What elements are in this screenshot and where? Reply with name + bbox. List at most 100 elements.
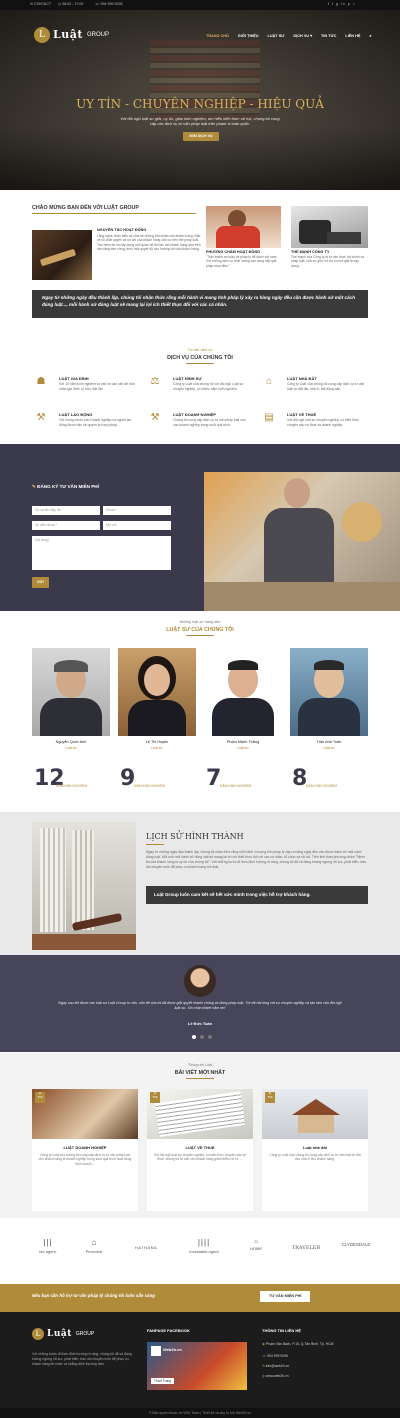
mission-text: "Trân thành an toàn và pháp lý để dành v…	[206, 255, 278, 268]
service-title-realestate[interactable]: LUẬT NHÀ ĐẤT	[287, 376, 317, 381]
hero-subtitle: Với đội ngũ luật sư giỏi, uy tín, giàu k…	[120, 116, 280, 127]
family-icon: ☗	[36, 376, 46, 387]
slider-dot[interactable]	[208, 1035, 212, 1039]
globe-icon: ◍	[262, 1374, 265, 1378]
news-title-link[interactable]: LUẬT DOANH NGHIỆP	[32, 1145, 138, 1150]
lawyer-role: Luật sư	[237, 746, 249, 750]
gavel-photo	[32, 230, 92, 280]
hero-title: UY TÍN - CHUYÊN NGHIỆP - HIỆU QUẢ	[76, 97, 324, 111]
message-field[interactable]: Nội dung	[32, 536, 171, 570]
partner-logo[interactable]: ||| bie agent.	[26, 1238, 70, 1254]
logo-seal-icon: L	[32, 1328, 44, 1341]
nav-item-about[interactable]: GIỚI THIỆU	[238, 34, 259, 39]
partner-logo[interactable]: HATHANA	[124, 1245, 168, 1250]
fanpage-name: Web2h.vn	[163, 1347, 182, 1352]
service-title-labor[interactable]: LUẬT LAO ĐỘNG	[59, 412, 92, 417]
email-field[interactable]: Email *	[103, 506, 171, 515]
lawyer-name[interactable]: Lê Thị Huyền	[118, 740, 196, 745]
nav-item-news[interactable]: TIN TỨC	[321, 34, 336, 39]
service-title-criminal[interactable]: LUẬT HÌNH SỰ	[173, 376, 202, 381]
footer-email[interactable]: ✉ info@web2h.vn	[262, 1364, 289, 1369]
site-logo[interactable]: L Luật GROUP	[34, 27, 109, 43]
history-title: LỊCH SỬ HÌNH THÀNH	[146, 832, 244, 841]
lawyer-name[interactable]: Nguyễn Quốc Anh	[32, 740, 110, 745]
news-title-link[interactable]: LUẬT VỀ THUẾ	[147, 1145, 253, 1150]
service-title-family[interactable]: LUẬT GIA ĐÌNH	[59, 376, 89, 381]
about-title: NGUYÊN TẮC HOẠT ĐỘNG	[97, 228, 147, 232]
contact-link[interactable]: ✉ CONTACT	[30, 2, 51, 7]
news-excerpt: Công ty Luật của chúng tôi cung cấp dịch…	[38, 1153, 132, 1166]
contact-title: THÔNG TIN LIÊN HỆ	[262, 1328, 301, 1333]
service-title-business[interactable]: LUẬT DOANH NGHIỆP	[173, 412, 216, 417]
lawyer-card[interactable]	[204, 648, 282, 736]
experience-label: NĂM KINH NGHIỆM	[220, 784, 252, 788]
nav-item-contact[interactable]: LIÊN HỆ	[345, 34, 360, 39]
welcome-title: CHÀO MỪNG BẠN ĐẾN VỚI LUẬT GROUP	[32, 205, 139, 211]
social-icons[interactable]: f t g in p ⌕	[328, 2, 356, 7]
pencil-icon: ✎	[32, 484, 36, 489]
lawyer-name[interactable]: Phạm Mạnh Thắng	[204, 740, 282, 745]
slider-dot[interactable]	[200, 1035, 204, 1039]
news-kicker: Thông tin Luật	[187, 1063, 213, 1067]
free-consult-button[interactable]: TƯ VẤN MIỄN PHÍ	[260, 1291, 311, 1303]
partner-logo[interactable]: CLYDESDALE	[334, 1242, 378, 1248]
phone-field[interactable]: Số điện thoại *	[32, 521, 100, 530]
submit-button[interactable]: GỬI	[32, 577, 49, 588]
partner-logo[interactable]: ⌂ Pinecrest	[72, 1238, 116, 1254]
lawyer-meeting-photo	[204, 472, 400, 611]
top-bar: ✉ CONTACT ◷ 08:00 - 17:00 ☏ 094 999 9295…	[0, 0, 400, 10]
nav-item-home[interactable]: TRANG CHỦ	[206, 34, 229, 39]
welcome-section: CHÀO MỪNG BẠN ĐẾN VỚI LUẬT GROUP NGUYÊN …	[0, 190, 400, 330]
footer: L Luật GROUP Với những bước đi theo định…	[0, 1312, 400, 1408]
service-title-tax[interactable]: LUẬT VỀ THUẾ	[287, 412, 316, 417]
partner-logo[interactable]: ⌂ HOME	[234, 1238, 278, 1251]
lawyer-name[interactable]: Trần Anh Tuấn	[290, 740, 368, 745]
consult-title: ✎ ĐĂNG KÝ TƯ VẤN MIỄN PHÍ	[32, 484, 99, 489]
lawyer-role: Luật sư	[323, 746, 335, 750]
hero-banner: L Luật GROUP TRANG CHỦ GIỚI THIỆU LUẬT S…	[0, 10, 400, 190]
news-card[interactable]: 11 Th6 LUẬT VỀ THUẾ Với đội ngũ luật sư c…	[147, 1089, 253, 1211]
experience-label: NĂM KINH NGHIỆM	[134, 784, 166, 788]
news-excerpt: Công ty Luật của chúng tôi cung cấp dịch…	[269, 1153, 361, 1162]
address-field[interactable]: Địa chỉ	[103, 521, 171, 530]
view-services-button[interactable]: XEM DỊCH VỤ	[183, 132, 219, 141]
lawyer-card[interactable]	[118, 648, 196, 736]
date-badge: 11 Th6	[265, 1091, 275, 1103]
nav-item-lawyers[interactable]: LUẬT SƯ	[268, 34, 285, 39]
history-section: LỊCH SỬ HÌNH THÀNH Ngay từ những ngày đầ…	[0, 812, 400, 955]
news-card[interactable]: 11 Th6 LUẬT DOANH NGHIỆP Công ty Luật của…	[32, 1089, 138, 1211]
service-desc-realestate: Công ty Luật của chúng tôi cung cấp dịch…	[287, 382, 365, 391]
phone-icon: ☏	[262, 1354, 267, 1358]
lawyers-title: LUẬT SƯ CỦA CHÚNG TÔI	[166, 627, 234, 633]
experience-label: NĂM KINH NGHIỆM	[56, 784, 88, 788]
testimonial-section: Ngay sau khi được các luật sư Luật Group…	[0, 955, 400, 1052]
slider-dot[interactable]	[192, 1035, 196, 1039]
partner-logo[interactable]: |||| investable agent	[182, 1238, 226, 1254]
partner-logo[interactable]: TRAVELER	[284, 1245, 328, 1252]
service-desc-family: Với 10 năm kinh nghiệm tư vấn về các vấn…	[59, 382, 135, 391]
gavel-icon: ⚒	[150, 412, 160, 423]
fanpage-widget[interactable]: Web2h.vn Thích Trang	[147, 1342, 247, 1390]
news-card[interactable]: 11 Th6 Luật nhà đất Công ty Luật của chún…	[262, 1089, 368, 1211]
signing-photo	[291, 206, 368, 248]
strength-text: Thế mạnh của Công ty là tư vấn thuế, tài…	[291, 255, 365, 268]
footer-address: ◉ Phạm Văn Bạch, P.15, Q.Tân Bình, Tp. H…	[262, 1342, 334, 1346]
nav-item-services[interactable]: DỊCH VỤ ▾	[293, 34, 312, 39]
search-icon[interactable]: ⌕	[369, 34, 371, 39]
testimonial-quote: Ngay sau khi được các luật sư Luật Group…	[58, 1001, 342, 1011]
news-image	[147, 1089, 253, 1139]
news-title-link[interactable]: Luật nhà đất	[262, 1145, 368, 1150]
document-icon: ▤	[264, 412, 274, 423]
footer-website[interactable]: ◍ www.web2h.vn	[262, 1374, 289, 1379]
fanpage-title: FANPAGE FACEBOOK	[147, 1328, 190, 1333]
footer-phone[interactable]: ☏ 094 999 9295	[262, 1354, 288, 1359]
lawyer-card[interactable]	[32, 648, 110, 736]
footer-logo[interactable]: L Luật GROUP	[32, 1328, 94, 1341]
like-page-button[interactable]: Thích Trang	[151, 1378, 175, 1385]
hours-text: ◷ 08:00 - 17:00	[58, 2, 84, 6]
lawyer-card[interactable]	[290, 648, 368, 736]
name-field[interactable]: Họ và tên đầy đủ *	[32, 506, 100, 515]
service-desc-criminal: Công ty Luật của chúng tôi với đội ngũ L…	[173, 382, 244, 391]
worker-icon: ⚒	[36, 412, 46, 423]
lawyers-kicker: Những luật sư hàng đầu	[179, 620, 221, 624]
